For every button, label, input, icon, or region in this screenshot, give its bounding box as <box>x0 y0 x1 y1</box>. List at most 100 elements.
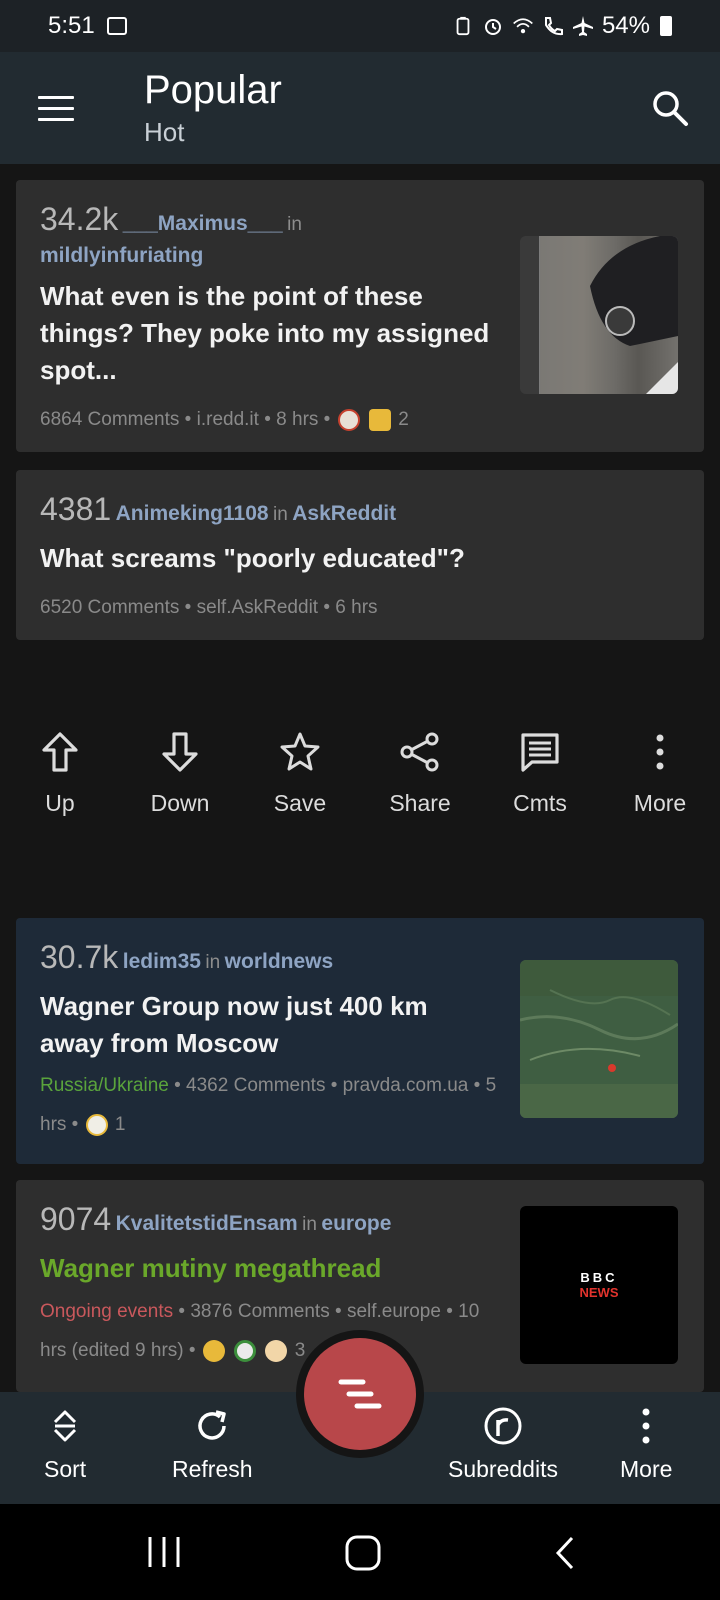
comments-label: Cmts <box>513 790 567 816</box>
refresh-icon <box>198 1410 227 1440</box>
post-card[interactable]: 4381 Animeking1108 in AskReddit What scr… <box>16 470 704 640</box>
post-domain: i.redd.it <box>196 409 259 430</box>
post-comments[interactable]: 6864 Comments <box>40 409 179 430</box>
app-bar: Popular Hot <box>0 52 720 164</box>
post-score: 30.7k <box>40 939 119 975</box>
post-comments[interactable]: 3876 Comments <box>190 1301 329 1322</box>
in-label: in <box>273 504 288 525</box>
sort-button[interactable]: Sort <box>44 1406 86 1483</box>
post-age: 10 <box>458 1301 480 1322</box>
post-card[interactable]: 34.2k ___Maximus___ in mildlyinfuriating… <box>16 180 704 452</box>
more-vertical-icon <box>642 1408 650 1444</box>
post-title[interactable]: What screams "poorly educated"? <box>40 540 680 577</box>
subreddits-label: Subreddits <box>448 1456 558 1482</box>
recent-apps-icon[interactable] <box>146 1534 182 1570</box>
award-icon <box>265 1339 288 1362</box>
post-age: 6 hrs <box>335 597 378 618</box>
more-options-button[interactable]: More <box>600 730 720 830</box>
post-card[interactable]: 30.7k ledim35 in worldnews Wagner Group … <box>16 918 704 1164</box>
more-label: More <box>633 790 687 816</box>
post-score: 9074 <box>40 1201 112 1237</box>
star-icon <box>280 732 320 771</box>
upvote-label: Up <box>45 790 75 816</box>
post-author[interactable]: KvalitetstidEnsam <box>116 1212 298 1235</box>
post-age: 8 hrs <box>276 409 319 430</box>
in-label: in <box>205 952 221 973</box>
post-meta: Ongoing events • 3876 Comments • self.eu… <box>40 1301 480 1362</box>
wifi-calling-icon <box>542 15 564 37</box>
post-title[interactable]: What even is the point of these things? … <box>40 278 496 389</box>
alarm-icon <box>482 15 504 37</box>
post-flair: Ongoing events <box>40 1301 174 1322</box>
share-icon <box>400 732 439 772</box>
post-subreddit[interactable]: AskReddit <box>292 502 396 525</box>
post-thumbnail[interactable] <box>520 960 678 1118</box>
post-flair: Russia/Ukraine <box>40 1075 169 1096</box>
wifi-icon <box>512 15 534 37</box>
status-bar: 5:51 54% <box>0 0 720 52</box>
save-label: Save <box>273 790 327 816</box>
downvote-label: Down <box>150 790 210 816</box>
back-icon[interactable] <box>552 1534 578 1572</box>
in-label: in <box>302 1214 317 1235</box>
downvote-button[interactable]: Down <box>120 730 240 830</box>
home-icon[interactable] <box>344 1534 382 1572</box>
award-icon <box>337 408 360 431</box>
post-meta: 6864 Comments • i.redd.it • 8 hrs • 2 <box>40 408 409 431</box>
status-time: 5:51 <box>48 12 95 39</box>
subreddit-icon <box>484 1407 522 1445</box>
status-icons: 54% <box>452 12 672 40</box>
battery-saver-icon <box>452 15 474 37</box>
post-domain: pravda.com.ua <box>342 1075 469 1096</box>
bbc-logo: BBC <box>580 1270 618 1285</box>
post-meta: Russia/Ukraine • 4362 Comments • pravda.… <box>40 1075 497 1136</box>
share-button[interactable]: Share <box>360 730 480 830</box>
fab-button[interactable] <box>304 1338 416 1450</box>
award-count: 3 <box>294 1340 306 1361</box>
system-nav-bar <box>0 1504 720 1600</box>
news-logo: NEWS <box>579 1285 619 1300</box>
post-title[interactable]: Wagner mutiny megathread <box>40 1250 480 1287</box>
in-label: in <box>287 214 302 235</box>
post-subreddit[interactable]: mildlyinfuriating <box>40 244 203 268</box>
arrow-down-icon <box>162 732 198 772</box>
post-age-edited: hrs (edited 9 hrs) <box>40 1340 184 1361</box>
refresh-button[interactable]: Refresh <box>172 1406 253 1483</box>
award-count: 2 <box>398 409 409 430</box>
post-comments[interactable]: 6520 Comments <box>40 597 179 618</box>
post-author[interactable]: ___Maximus___ <box>123 212 283 235</box>
more-button[interactable]: More <box>620 1406 672 1483</box>
upvote-button[interactable]: Up <box>0 730 120 830</box>
battery-percent: 54% <box>601 12 650 39</box>
sort-subtitle: Hot <box>144 117 185 147</box>
sort-label: Sort <box>44 1456 87 1482</box>
award-icon <box>234 1339 257 1362</box>
post-author[interactable]: ledim35 <box>123 950 201 973</box>
post-thumbnail[interactable]: BBC NEWS <box>520 1206 678 1364</box>
post-score: 34.2k <box>40 201 119 237</box>
comments-icon <box>521 733 559 772</box>
post-subreddit[interactable]: worldnews <box>225 950 334 973</box>
award-icon <box>202 1339 225 1362</box>
more-label: More <box>620 1456 673 1482</box>
more-vertical-icon <box>656 734 664 770</box>
refresh-label: Refresh <box>172 1456 253 1482</box>
post-subreddit[interactable]: europe <box>321 1212 391 1235</box>
comments-button[interactable]: Cmts <box>480 730 600 830</box>
hamburger-menu-icon[interactable] <box>38 96 74 122</box>
post-score: 4381 <box>40 491 112 527</box>
airplane-mode-icon <box>572 15 594 37</box>
post-thumbnail[interactable] <box>520 236 678 394</box>
sort-icon <box>54 1410 77 1442</box>
search-icon[interactable] <box>650 88 690 128</box>
post-author[interactable]: Animeking1108 <box>116 502 269 525</box>
award-icon <box>85 1113 108 1136</box>
post-comments[interactable]: 4362 Comments <box>186 1075 325 1096</box>
post-meta: 6520 Comments • self.AskReddit • 6 hrs <box>40 597 378 618</box>
post-title[interactable]: Wagner Group now just 400 km away from M… <box>40 988 480 1062</box>
save-button[interactable]: Save <box>240 730 360 830</box>
post-action-row: Up Down Save Share Cmts More <box>0 730 720 830</box>
subreddits-button[interactable]: Subreddits <box>448 1406 558 1483</box>
battery-icon <box>660 16 672 36</box>
post-domain: self.AskReddit <box>196 597 319 618</box>
